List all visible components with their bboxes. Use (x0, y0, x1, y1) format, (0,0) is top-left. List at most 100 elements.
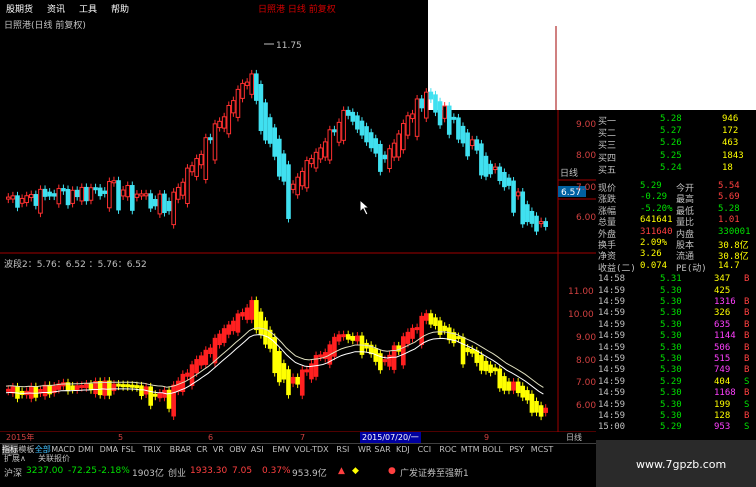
tick-volume: 1144 (714, 331, 736, 342)
candle-body (231, 100, 236, 114)
candle-body (88, 187, 94, 201)
candle-body (116, 180, 121, 211)
candle-body (10, 386, 16, 394)
candle-body (277, 138, 282, 177)
sub-tab-expand[interactable]: 扩展∧ (4, 453, 26, 464)
candle-body (162, 193, 167, 214)
index2-amount: 953.9亿 (292, 469, 327, 479)
candle-body (148, 193, 153, 209)
stat-value: 0.074 (640, 260, 668, 271)
candle-body (332, 129, 337, 133)
candle-body (198, 355, 204, 366)
price-label-6: 6.00 (576, 213, 597, 223)
candle-body (469, 139, 475, 147)
candle-body (189, 364, 195, 387)
candle-body (240, 312, 245, 317)
candle-body (93, 381, 98, 395)
stat-row: 总量 641641 量比 1.01 (596, 215, 756, 228)
tick-row: 14:59 5.29 404 S (596, 377, 756, 389)
tick-volume: 506 (714, 342, 731, 353)
candle-body (102, 380, 108, 396)
candle-body (139, 193, 144, 197)
candle-body (433, 317, 438, 326)
candle-body (24, 195, 29, 204)
candle-body (240, 82, 245, 99)
tick-direction: B (744, 342, 750, 353)
candle-body (506, 177, 512, 186)
candle-body (318, 147, 323, 160)
candle-body (157, 392, 163, 399)
index-pct: -2.18% (98, 466, 130, 476)
tick-direction: S (744, 422, 750, 433)
candle-body (543, 221, 549, 227)
stat-row: 净资 3.26 流通 30.8亿 (596, 249, 756, 262)
candle-body (419, 315, 424, 346)
bid-volume: 463 (722, 138, 739, 149)
candle-body (525, 204, 530, 223)
candle-body (511, 180, 516, 213)
candle-body (299, 369, 305, 396)
tick-row: 14:59 5.30 199 S (596, 400, 756, 412)
candle-body (93, 187, 98, 191)
candle-body (350, 111, 356, 122)
bid-row: 买一 5.28 946 (596, 114, 756, 127)
tick-time: 14:59 (598, 297, 626, 307)
candle-body (70, 385, 75, 391)
bid-price: 5.27 (660, 126, 682, 137)
bid-volume: 18 (722, 162, 733, 173)
candle-body (295, 376, 300, 385)
sub-tab-related[interactable]: 关联报价 (38, 453, 70, 464)
tick-time: 14:59 (598, 331, 626, 342)
candlestick-chart[interactable]: 11.75 6.57 日线 (0, 0, 596, 432)
candle-body (84, 383, 89, 389)
panel-label: 日线 (560, 167, 578, 179)
candle-body (258, 311, 264, 336)
tick-direction: B (744, 319, 750, 330)
tick-price: 5.29 (660, 422, 682, 433)
candle-body (520, 385, 526, 398)
index2-name[interactable]: 创业 (168, 466, 186, 479)
candle-body (295, 176, 300, 196)
candle-body (534, 400, 539, 413)
index2-change: 7.05 (232, 466, 253, 476)
peak-price-label: 11.75 (276, 41, 302, 51)
candle-body (38, 188, 43, 214)
stat-value: 5.29 (640, 181, 662, 191)
candle-body (318, 354, 323, 358)
tick-row: 14:59 5.30 1316 B (596, 297, 756, 309)
candle-body (277, 351, 282, 383)
tick-direction: B (744, 354, 750, 364)
ind-label-11: 11.00 (568, 287, 594, 297)
index-name[interactable]: 沪深 (4, 466, 22, 479)
candle-body (97, 187, 103, 197)
candle-body (492, 166, 498, 171)
tick-row: 14:59 5.30 515 B (596, 354, 756, 366)
candle-body (538, 405, 544, 417)
candle-body (286, 369, 291, 396)
candle-body (410, 327, 415, 339)
candle-body (198, 153, 204, 166)
candle-body (120, 384, 126, 388)
tick-volume: 749 (714, 365, 731, 376)
candle-body (336, 121, 342, 143)
candle-body (327, 129, 333, 161)
tick-price: 5.30 (660, 308, 682, 319)
candle-body (401, 336, 406, 366)
tick-time: 14:58 (598, 274, 626, 285)
bid-row: 买四 5.25 1843 (596, 150, 756, 164)
bid-row: 买三 5.26 463 (596, 138, 756, 151)
stat-value: 2.09% (640, 238, 668, 248)
tick-price: 5.31 (660, 274, 682, 285)
candle-body (387, 148, 392, 169)
tick-direction: B (744, 365, 750, 376)
candle-body (221, 116, 227, 129)
candle-body (423, 313, 429, 321)
candle-body (134, 193, 140, 198)
tick-time: 14:59 (598, 411, 626, 421)
candle-body (171, 384, 176, 417)
bid-volume: 1843 (722, 150, 744, 161)
candle-body (313, 151, 319, 169)
sub-tab-bar: 扩展∧ 关联报价 (0, 454, 596, 464)
candle-body (474, 139, 480, 151)
candle-body (130, 185, 135, 211)
